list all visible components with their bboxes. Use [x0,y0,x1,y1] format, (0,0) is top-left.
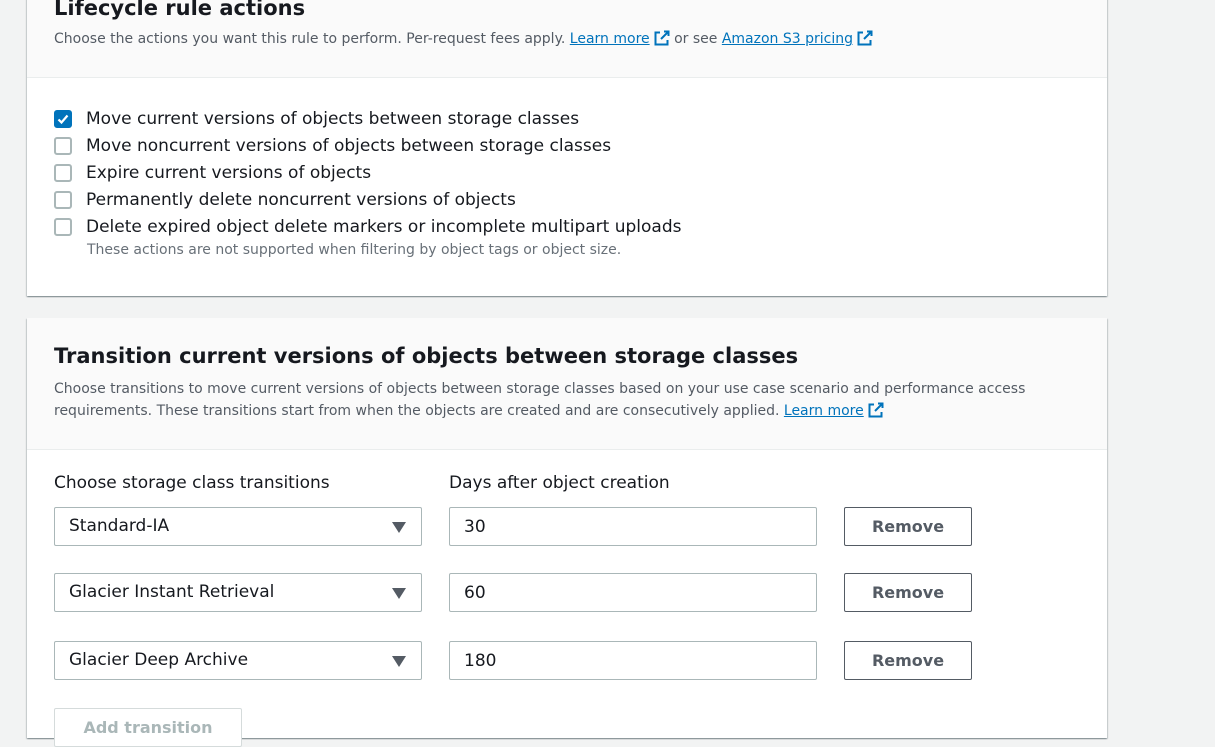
selected-value: Standard-IA [69,516,170,536]
storage-class-select[interactable]: Glacier Deep Archive [54,641,422,680]
actions-hint: These actions are not supported when fil… [87,242,622,258]
learn-more-link[interactable]: Learn more [783,402,884,419]
action-delete-noncurrent[interactable]: Permanently delete noncurrent versions o… [54,189,516,211]
lifecycle-actions-panel: Lifecycle rule actions Choose the action… [27,0,1107,296]
lifecycle-actions-title: Lifecycle rule actions [54,0,306,20]
days-input[interactable]: 30 [449,507,817,546]
days-label: Days after object creation [449,473,670,493]
days-input[interactable]: 60 [449,573,817,612]
or-see-text: or see [674,31,718,47]
transition-current-title: Transition current versions of objects b… [54,344,799,368]
checkbox[interactable] [54,164,72,182]
action-label: Delete expired object delete markers or … [86,217,682,237]
checkbox[interactable] [54,191,72,209]
action-label: Move current versions of objects between… [86,109,580,129]
days-value: 60 [464,583,486,603]
lifecycle-actions-description: Choose the actions you want this rule to… [54,28,1064,50]
storage-class-select[interactable]: Glacier Instant Retrieval [54,573,422,612]
caret-down-icon [392,522,406,533]
s3-pricing-link[interactable]: Amazon S3 pricing [721,30,873,47]
checkbox-checked[interactable] [54,110,72,128]
action-label: Permanently delete noncurrent versions o… [86,190,516,210]
external-link-icon [868,402,884,418]
selected-value: Glacier Instant Retrieval [69,582,275,602]
s3-pricing-text: Amazon S3 pricing [721,31,853,47]
action-expire-current[interactable]: Expire current versions of objects [54,162,371,184]
days-value: 180 [464,651,497,671]
storage-class-label: Choose storage class transitions [54,473,330,493]
action-delete-markers[interactable]: Delete expired object delete markers or … [54,216,682,238]
selected-value: Glacier Deep Archive [69,650,249,670]
learn-more-text: Learn more [569,31,650,47]
checkmark-icon [57,114,69,125]
remove-button[interactable]: Remove [844,507,972,546]
days-value: 30 [464,517,486,537]
external-link-icon [654,30,670,46]
remove-button[interactable]: Remove [844,641,972,680]
lifecycle-actions-header: Lifecycle rule actions Choose the action… [27,0,1107,78]
action-move-noncurrent[interactable]: Move noncurrent versions of objects betw… [54,135,611,157]
caret-down-icon [392,656,406,667]
add-transition-button[interactable]: Add transition [54,708,242,747]
action-move-current[interactable]: Move current versions of objects between… [54,108,579,130]
action-label: Expire current versions of objects [86,163,372,183]
checkbox[interactable] [54,218,72,236]
external-link-icon [857,30,873,46]
transition-current-panel: Transition current versions of objects b… [27,318,1107,747]
learn-more-text: Learn more [783,403,864,419]
storage-class-select[interactable]: Standard-IA [54,507,422,546]
remove-button[interactable]: Remove [844,573,972,612]
transition-current-description: Choose transitions to move current versi… [54,378,1064,422]
days-input[interactable]: 180 [449,641,817,680]
checkbox[interactable] [54,137,72,155]
transition-current-header: Transition current versions of objects b… [27,318,1107,450]
action-label: Move noncurrent versions of objects betw… [86,136,612,156]
caret-down-icon [392,588,406,599]
learn-more-link[interactable]: Learn more [569,30,670,47]
description-text: Choose the actions you want this rule to… [54,31,566,47]
